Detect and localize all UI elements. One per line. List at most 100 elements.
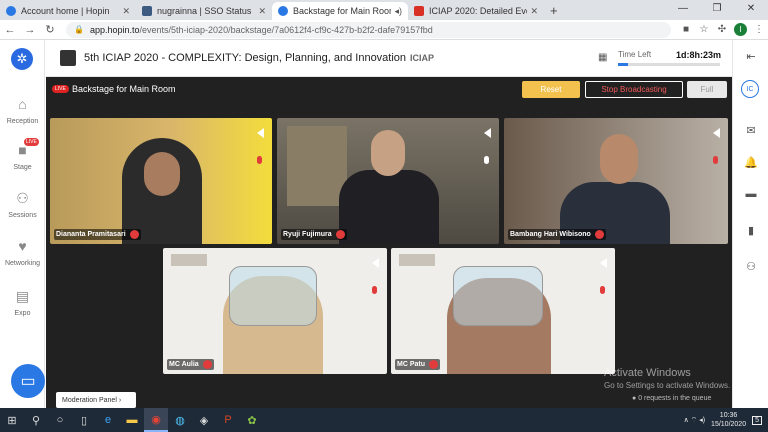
sidebar-item-reception[interactable]: ⌂ Reception bbox=[0, 96, 45, 125]
search-icon[interactable]: ⚲ bbox=[24, 408, 48, 432]
sidebar-item-expo[interactable]: ▤ Expo bbox=[0, 288, 45, 317]
windows-taskbar: ⊞ ⚲ ○ ▯ e ▬ ◉ ◍ ◈ P ✿ ∧ ⌔ ◂) 10:36 15/10… bbox=[0, 408, 768, 432]
forward-button[interactable]: → bbox=[20, 24, 40, 36]
task-view-icon[interactable]: ▯ bbox=[72, 408, 96, 432]
camera-icon: ■ bbox=[18, 142, 27, 158]
calendar-icon[interactable]: ▦ bbox=[598, 52, 607, 63]
speaker-name: Diananta Pramitasari bbox=[54, 229, 141, 240]
camera-icon[interactable]: ■ bbox=[677, 24, 695, 35]
edge-icon[interactable]: e bbox=[96, 408, 120, 432]
cortana-icon[interactable]: ○ bbox=[48, 408, 72, 432]
event-header: 5th ICIAP 2020 - COMPLEXITY: Design, Pla… bbox=[46, 40, 732, 77]
chat-icon: ▭ bbox=[20, 373, 36, 390]
face-shield bbox=[453, 266, 543, 326]
speaker-name: MC Aulia bbox=[167, 359, 214, 370]
sidebar-item-stage[interactable]: ■ LIVE Stage bbox=[0, 138, 45, 171]
bell-icon[interactable]: 🔔 bbox=[733, 156, 768, 169]
people-icon: ⚇ bbox=[16, 190, 29, 206]
tab-sso-status[interactable]: nugrainna | SSO Status ✕ bbox=[136, 2, 272, 20]
speaker-icon[interactable] bbox=[257, 128, 264, 138]
app-icon[interactable]: ✿ bbox=[240, 408, 264, 432]
menu-icon[interactable]: ⋮ bbox=[750, 24, 768, 35]
banner-logo bbox=[399, 254, 435, 266]
home-icon: ⌂ bbox=[18, 96, 27, 112]
speaker-icon[interactable] bbox=[372, 258, 379, 268]
speaker-icon[interactable] bbox=[484, 128, 491, 138]
video-tile[interactable]: Bambang Hari Wibisono bbox=[504, 118, 728, 244]
moderation-panel-button[interactable]: Moderation Panel › bbox=[56, 392, 136, 408]
speaker-icon[interactable] bbox=[600, 258, 607, 268]
sso-favicon-icon bbox=[142, 6, 152, 16]
remove-icon[interactable] bbox=[429, 360, 438, 369]
hopin-logo[interactable]: ✲ bbox=[11, 48, 33, 70]
window-controls: — ❐ ✕ bbox=[666, 0, 768, 18]
zoom-app-icon[interactable]: ◍ bbox=[168, 408, 192, 432]
backstage-area: LIVE Backstage for Main Room Reset Stop … bbox=[46, 77, 732, 408]
chrome-icon[interactable]: ◉ bbox=[144, 408, 168, 432]
full-button[interactable]: Full bbox=[687, 81, 727, 98]
close-icon[interactable]: ✕ bbox=[530, 6, 538, 17]
tab-iciap-event[interactable]: ICIAP 2020: Detailed Event Inform✕ bbox=[408, 2, 544, 20]
video-tile[interactable]: MC Aulia bbox=[163, 248, 387, 374]
collapse-icon[interactable]: ⇤ bbox=[733, 50, 768, 63]
queue-status: ● 0 requests in the queue bbox=[632, 395, 712, 402]
clock[interactable]: 10:36 15/10/2020 bbox=[711, 411, 746, 429]
sidebar-item-networking[interactable]: ♥ Networking bbox=[0, 238, 45, 267]
backstage-title: Backstage for Main Room bbox=[72, 84, 176, 94]
video-tile[interactable]: Ryuji Fujimura bbox=[277, 118, 499, 244]
app-icon[interactable]: ◈ bbox=[192, 408, 216, 432]
powerpoint-icon[interactable]: P bbox=[216, 408, 240, 432]
remove-icon[interactable] bbox=[129, 230, 139, 239]
remove-icon[interactable] bbox=[335, 230, 345, 239]
tab-account-home[interactable]: Account home | Hopin ✕ bbox=[0, 2, 136, 20]
notification-icon[interactable]: 5 bbox=[752, 415, 762, 425]
speaker-icon[interactable] bbox=[713, 128, 720, 138]
sidebar-item-sessions[interactable]: ⚇ Sessions bbox=[0, 190, 45, 219]
hopin-favicon-icon bbox=[6, 6, 16, 16]
tab-backstage[interactable]: Backstage for Main Room ◂) bbox=[272, 2, 408, 20]
poll-icon[interactable]: ▮ bbox=[733, 224, 768, 237]
system-tray: ∧ ⌔ ◂) 10:36 15/10/2020 5 bbox=[684, 408, 762, 432]
people-icon[interactable]: ⚇ bbox=[733, 260, 768, 273]
remove-icon[interactable] bbox=[594, 230, 604, 239]
chat-icon[interactable]: ▬ bbox=[733, 188, 768, 200]
event-tag: ICIAP bbox=[410, 53, 435, 63]
left-sidebar: ✲ ⌂ Reception ■ LIVE Stage ⚇ Sessions ♥ … bbox=[0, 40, 45, 408]
new-tab-button[interactable]: + bbox=[550, 2, 558, 20]
stop-broadcasting-button[interactable]: Stop Broadcasting bbox=[585, 81, 683, 98]
video-tile[interactable]: MC Patu bbox=[391, 248, 615, 374]
video-tile[interactable]: Diananta Pramitasari bbox=[50, 118, 272, 244]
speaker-name: MC Patu bbox=[395, 359, 440, 370]
reload-button[interactable]: ↻ bbox=[40, 23, 60, 36]
speaker-name: Ryuji Fujimura bbox=[281, 229, 347, 240]
chat-bubble-button[interactable]: ▭ bbox=[11, 364, 45, 398]
speaker-face bbox=[371, 130, 405, 176]
star-icon[interactable]: ☆ bbox=[695, 24, 713, 35]
mic-icon bbox=[484, 156, 489, 164]
activate-windows-watermark: Activate Windows Go to Settings to activ… bbox=[604, 367, 731, 390]
url-input[interactable]: 🔒 app.hopin.to/events/5th-iciap-2020/bac… bbox=[66, 21, 671, 38]
close-icon[interactable]: ✕ bbox=[258, 6, 266, 17]
reset-button[interactable]: Reset bbox=[522, 81, 580, 98]
speaker-face bbox=[600, 134, 638, 184]
handshake-icon: ♥ bbox=[18, 238, 27, 254]
minimize-button[interactable]: — bbox=[666, 0, 700, 18]
volume-icon[interactable]: ◂) bbox=[699, 416, 705, 424]
file-explorer-icon[interactable]: ▬ bbox=[120, 408, 144, 432]
maximize-button[interactable]: ❐ bbox=[700, 0, 734, 18]
speaker-icon[interactable]: ◂) bbox=[394, 6, 402, 17]
store-icon: ▤ bbox=[15, 288, 30, 304]
mic-muted-icon bbox=[713, 156, 718, 164]
extensions-icon[interactable]: ✣ bbox=[713, 24, 731, 35]
close-window-button[interactable]: ✕ bbox=[734, 0, 768, 18]
chevron-up-icon[interactable]: ∧ bbox=[684, 416, 689, 424]
wifi-icon[interactable]: ⌔ bbox=[691, 416, 698, 425]
windows-start-icon[interactable]: ⊞ bbox=[0, 408, 24, 432]
mail-icon[interactable]: ✉ bbox=[733, 124, 768, 137]
user-avatar[interactable]: IC bbox=[741, 80, 759, 98]
close-icon[interactable]: ✕ bbox=[122, 6, 130, 17]
remove-icon[interactable] bbox=[202, 360, 212, 369]
profile-avatar[interactable]: I bbox=[734, 23, 747, 36]
live-badge: LIVE bbox=[24, 138, 39, 146]
back-button[interactable]: ← bbox=[0, 24, 20, 36]
